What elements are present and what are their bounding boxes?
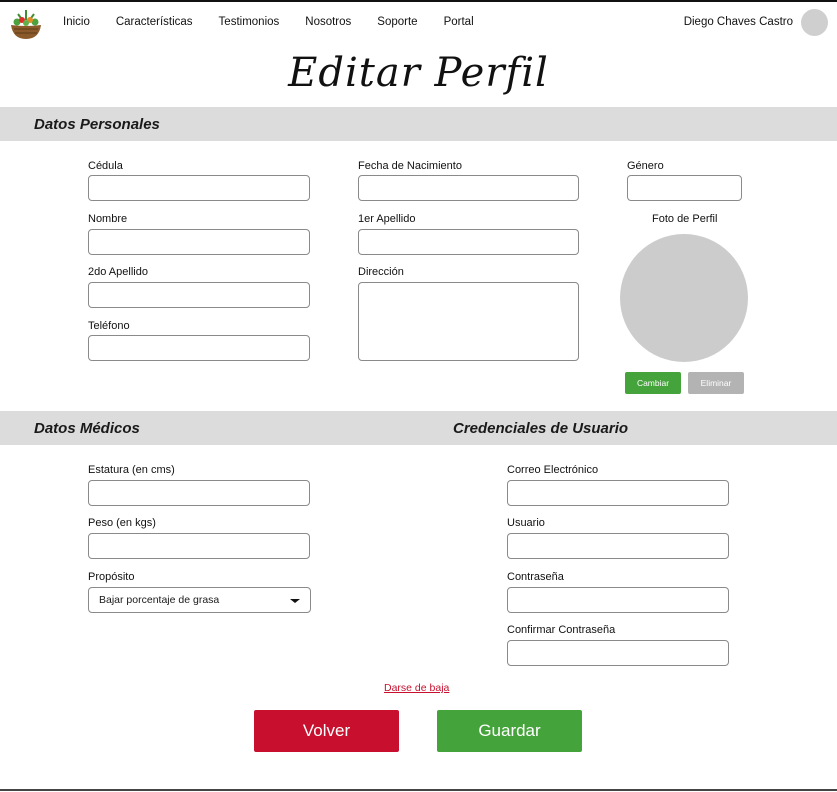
- top-border: [0, 0, 837, 2]
- usuario-label: Usuario: [507, 517, 545, 529]
- primer-apellido-input[interactable]: [358, 229, 579, 255]
- direccion-textarea[interactable]: [358, 282, 579, 361]
- foto-perfil-label: Foto de Perfil: [652, 213, 718, 225]
- genero-input[interactable]: [627, 175, 742, 201]
- avatar[interactable]: [801, 9, 828, 36]
- correo-input[interactable]: [507, 480, 729, 506]
- direccion-label: Dirección: [358, 266, 404, 278]
- section-datos-personales: Datos Personales: [0, 107, 837, 141]
- nombre-label: Nombre: [88, 213, 128, 225]
- genero-label: Género: [627, 160, 664, 172]
- correo-label: Correo Electrónico: [507, 464, 599, 476]
- proposito-label: Propósito: [88, 571, 135, 583]
- usuario-input[interactable]: [507, 533, 729, 559]
- darse-de-baja-link[interactable]: Darse de baja: [384, 682, 449, 694]
- page-title: Editar Perfil: [288, 50, 549, 96]
- section-datos-medicos: Datos Médicos: [0, 411, 418, 445]
- user-name[interactable]: Diego Chaves Castro: [684, 16, 793, 28]
- section-credenciales: Credenciales de Usuario: [418, 411, 837, 445]
- chevron-down-icon: [290, 599, 300, 603]
- fecha-nacimiento-input[interactable]: [358, 175, 579, 201]
- confirmar-contrasena-input[interactable]: [507, 640, 729, 666]
- estatura-input[interactable]: [88, 480, 310, 506]
- peso-input[interactable]: [88, 533, 310, 559]
- nav-testimonios[interactable]: Testimonios: [219, 16, 280, 28]
- segundo-apellido-input[interactable]: [88, 282, 310, 308]
- salad-bowl-icon[interactable]: [8, 6, 44, 42]
- segundo-apellido-label: 2do Apellido: [88, 266, 148, 278]
- fecha-nacimiento-label: Fecha de Nacimiento: [358, 160, 462, 172]
- nav-portal[interactable]: Portal: [444, 16, 474, 28]
- volver-button[interactable]: Volver: [254, 710, 399, 752]
- primer-apellido-label: 1er Apellido: [358, 213, 416, 225]
- profile-photo: [620, 234, 748, 362]
- proposito-select[interactable]: Bajar porcentaje de grasa: [88, 587, 311, 613]
- cedula-input[interactable]: [88, 175, 310, 201]
- nav-soporte[interactable]: Soporte: [377, 16, 417, 28]
- bottom-border: [0, 789, 837, 791]
- cedula-label: Cédula: [88, 160, 123, 172]
- main-nav: Inicio Características Testimonios Nosot…: [63, 16, 500, 28]
- nombre-input[interactable]: [88, 229, 310, 255]
- guardar-button[interactable]: Guardar: [437, 710, 582, 752]
- nav-caracteristicas[interactable]: Características: [116, 16, 193, 28]
- peso-label: Peso (en kgs): [88, 517, 156, 529]
- contrasena-label: Contraseña: [507, 571, 564, 583]
- telefono-input[interactable]: [88, 335, 310, 361]
- contrasena-input[interactable]: [507, 587, 729, 613]
- proposito-value: Bajar porcentaje de grasa: [99, 594, 220, 606]
- nav-inicio[interactable]: Inicio: [63, 16, 90, 28]
- cambiar-foto-button[interactable]: Cambiar: [625, 372, 681, 394]
- nav-nosotros[interactable]: Nosotros: [305, 16, 351, 28]
- telefono-label: Teléfono: [88, 320, 130, 332]
- eliminar-foto-button[interactable]: Eliminar: [688, 372, 744, 394]
- confirmar-contrasena-label: Confirmar Contraseña: [507, 624, 616, 636]
- estatura-label: Estatura (en cms): [88, 464, 175, 476]
